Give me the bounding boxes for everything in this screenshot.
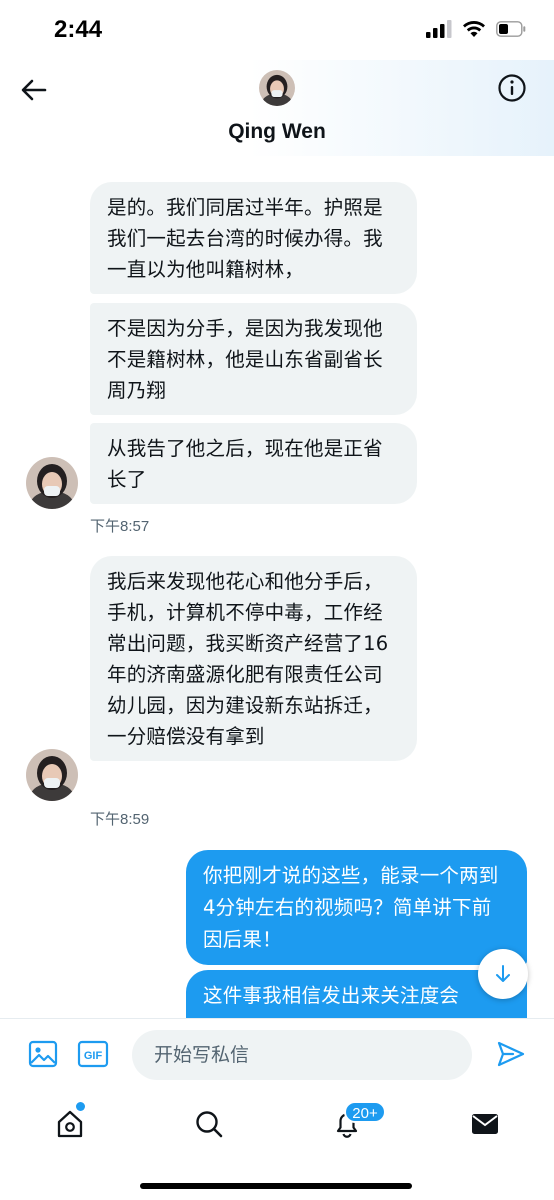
status-bar: 2:44 — [0, 0, 554, 60]
avatar-photo — [26, 749, 78, 801]
gif-icon: GIF — [77, 1040, 109, 1068]
wifi-icon — [463, 21, 485, 37]
contact-avatar[interactable] — [259, 70, 295, 106]
contact-name[interactable]: Qing Wen — [0, 120, 554, 144]
message-bubble-incoming[interactable]: 不是因为分手，是因为我发现他不是籍树林，他是山东省副省长周乃翔 — [90, 303, 417, 415]
message-input[interactable]: 开始写私信 — [132, 1030, 472, 1080]
back-arrow-icon — [21, 79, 47, 101]
message-bubble-incoming[interactable]: 是的。我们同居过半年。护照是我们一起去台湾的时候办得。我一直以为他叫籍树林， — [90, 182, 417, 294]
status-icons — [426, 20, 526, 38]
message-bubble-incoming[interactable]: 从我告了他之后，现在他是正省长了 — [90, 423, 417, 504]
image-icon — [28, 1040, 58, 1068]
message-timestamp: 下午8:57 — [90, 518, 150, 535]
message-bubble-incoming[interactable]: 我后来发现他花心和他分手后，手机，计算机不停中毒，工作经常出问题，我买断资产经营… — [90, 556, 417, 761]
send-icon — [497, 1041, 525, 1067]
search-icon — [196, 1111, 223, 1138]
message-composer: GIF 开始写私信 — [0, 1018, 554, 1090]
battery-icon — [496, 21, 526, 37]
status-time: 2:44 — [54, 16, 103, 43]
signal-icon — [426, 20, 452, 38]
sender-avatar[interactable] — [26, 457, 78, 509]
tab-search[interactable] — [189, 1104, 229, 1144]
back-button[interactable] — [18, 74, 50, 106]
mail-icon — [472, 1114, 498, 1134]
avatar-photo — [259, 70, 295, 106]
home-indicator — [140, 1183, 412, 1189]
info-icon — [498, 74, 526, 102]
scroll-to-bottom-button[interactable] — [478, 949, 528, 999]
home-unread-dot — [76, 1102, 85, 1111]
conversation-header: Qing Wen — [0, 60, 554, 156]
tab-messages[interactable] — [465, 1104, 505, 1144]
sender-avatar[interactable] — [26, 749, 78, 801]
tab-home[interactable] — [50, 1104, 90, 1144]
send-button[interactable] — [494, 1037, 528, 1071]
message-bubble-outgoing[interactable]: 你把刚才说的这些，能录一个两到4分钟左右的视频吗？简单讲下前因后果！ — [186, 850, 527, 965]
conversation-info-button[interactable] — [496, 72, 528, 104]
add-image-button[interactable] — [26, 1037, 60, 1071]
message-timestamp: 下午8:59 — [90, 811, 150, 828]
home-icon — [57, 1110, 83, 1138]
message-list[interactable]: 是的。我们同居过半年。护照是我们一起去台湾的时候办得。我一直以为他叫籍树林， 不… — [0, 156, 554, 1018]
avatar-photo — [26, 457, 78, 509]
add-gif-button[interactable]: GIF — [76, 1037, 110, 1071]
message-bubble-outgoing[interactable]: 这件事我相信发出来关注度会 — [186, 970, 527, 1018]
notifications-badge: 20+ — [344, 1101, 386, 1123]
gif-label: GIF — [84, 1050, 103, 1062]
arrow-down-icon — [496, 965, 510, 982]
